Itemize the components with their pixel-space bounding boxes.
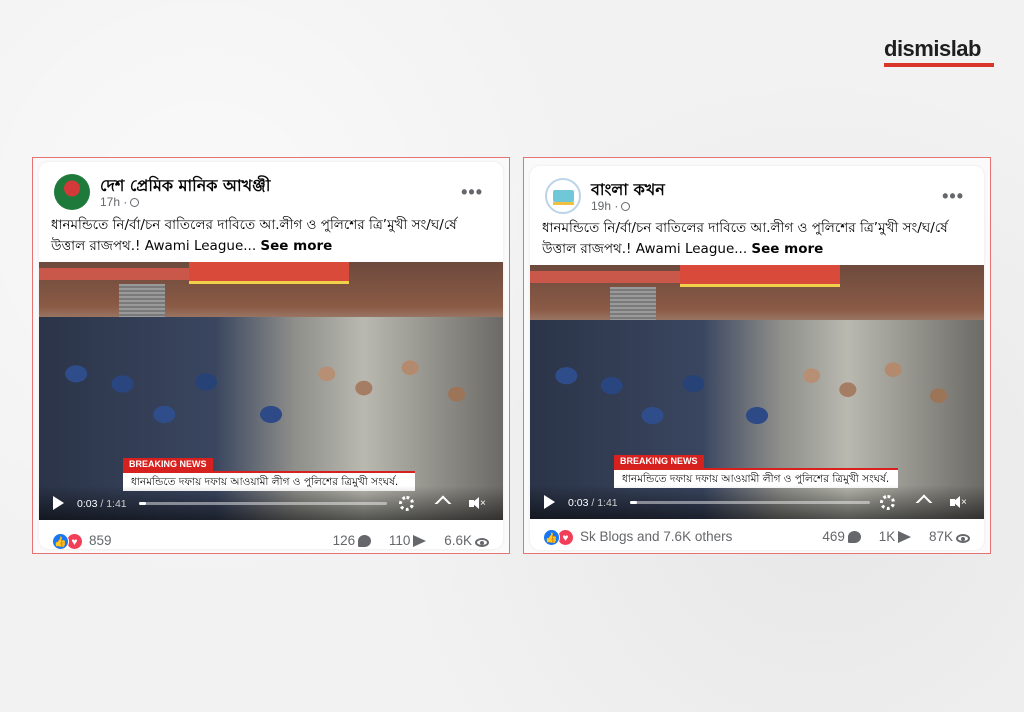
video-player[interactable]: BREAKING NEWS ধানমন্ডিতে দফায় দফায় আওয… bbox=[530, 265, 984, 519]
volume-muted-icon[interactable]: × bbox=[469, 497, 486, 510]
comments-stat[interactable]: 126 bbox=[333, 533, 372, 548]
share-count: 110 bbox=[388, 533, 411, 548]
post-card-1: দেশ প্রেমিক মানিক আখঞ্জী 17h · ••• ধানমন… bbox=[39, 162, 503, 549]
see-more-link[interactable]: See more bbox=[260, 238, 332, 254]
post-header: দেশ প্রেমিক মানিক আখঞ্জী 17h · ••• bbox=[39, 162, 503, 214]
eye-icon bbox=[475, 538, 489, 547]
total-time: / 1:41 bbox=[100, 498, 127, 510]
post-time[interactable]: 19h · bbox=[591, 199, 631, 213]
play-icon[interactable] bbox=[53, 496, 64, 510]
reaction-count[interactable]: 859 bbox=[89, 533, 112, 548]
see-more-link[interactable]: See more bbox=[751, 241, 823, 257]
video-time: 0:03 / 1:41 bbox=[568, 497, 618, 509]
post-frame-1: দেশ প্রেমিক মানিক আখঞ্জী 17h · ••• ধানমন… bbox=[32, 157, 510, 554]
post-body: ধানমন্ডিতে নি/র্বা/চন বাতিলের দাবিতে আ.ল… bbox=[51, 217, 457, 254]
globe-icon bbox=[621, 202, 631, 211]
share-count: 1K bbox=[878, 529, 896, 544]
progress-bar[interactable] bbox=[139, 502, 387, 505]
view-count: 87K bbox=[928, 529, 953, 544]
post-time[interactable]: 17h · bbox=[100, 195, 140, 209]
post-card-2: বাংলা কখন 19h · ••• ধানমন্ডিতে নি/র্বা/চ… bbox=[530, 166, 984, 550]
share-icon bbox=[413, 535, 427, 547]
post-stats: 126 110 6.6K bbox=[333, 533, 489, 548]
more-options-icon[interactable]: ••• bbox=[942, 186, 964, 207]
settings-gear-icon[interactable] bbox=[399, 496, 414, 511]
comments-stat[interactable]: 469 bbox=[822, 529, 861, 544]
video-controls: 0:03 / 1:41 × bbox=[530, 485, 984, 519]
breaking-news-label: BREAKING NEWS bbox=[123, 458, 213, 471]
progress-bar[interactable] bbox=[630, 501, 870, 504]
post-stats: 469 1K 87K bbox=[822, 529, 970, 544]
progress-fill bbox=[630, 501, 638, 504]
comment-icon bbox=[358, 535, 372, 547]
avatar[interactable] bbox=[54, 174, 90, 210]
post-frame-2: বাংলা কখন 19h · ••• ধানমন্ডিতে নি/র্বা/চ… bbox=[523, 157, 991, 554]
video-frame-banner bbox=[39, 268, 189, 280]
dismislab-logo: dismislab bbox=[884, 36, 981, 61]
video-frame-banner bbox=[530, 271, 680, 283]
video-controls: 0:03 / 1:41 × bbox=[39, 486, 503, 520]
settings-gear-icon[interactable] bbox=[880, 495, 895, 510]
volume-muted-icon[interactable]: × bbox=[950, 496, 967, 509]
like-reaction-icon[interactable]: 👍 bbox=[52, 533, 69, 549]
current-time: 0:03 bbox=[77, 498, 98, 510]
video-frame-banner bbox=[189, 262, 349, 284]
total-time: / 1:41 bbox=[591, 497, 618, 509]
reaction-count[interactable]: Sk Blogs and 7.6K others bbox=[580, 529, 732, 544]
fullscreen-icon[interactable] bbox=[434, 495, 452, 513]
shares-stat[interactable]: 1K bbox=[879, 529, 912, 544]
view-count: 6.6K bbox=[444, 533, 472, 548]
post-footer: 👍 ♥ 859 126 110 6.6K bbox=[39, 526, 503, 549]
comment-count: 469 bbox=[822, 529, 845, 544]
avatar-graphic bbox=[553, 190, 574, 202]
play-icon[interactable] bbox=[544, 495, 555, 509]
like-reaction-icon[interactable]: 👍 bbox=[543, 529, 560, 546]
breaking-news-label: BREAKING NEWS bbox=[614, 455, 704, 468]
post-body: ধানমন্ডিতে নি/র্বা/চন বাতিলের দাবিতে আ.ল… bbox=[542, 220, 948, 257]
avatar-graphic bbox=[553, 202, 574, 205]
globe-icon bbox=[130, 198, 140, 207]
views-stat: 6.6K bbox=[444, 533, 489, 548]
post-header: বাংলা কখন 19h · ••• bbox=[530, 166, 984, 218]
time-text: 17h · bbox=[100, 195, 128, 209]
video-frame-banner bbox=[680, 265, 840, 287]
views-stat: 87K bbox=[929, 529, 970, 544]
current-time: 0:03 bbox=[568, 497, 589, 509]
video-player[interactable]: BREAKING NEWS ধানমন্ডিতে দফায় দফায় আওয… bbox=[39, 262, 503, 520]
video-time: 0:03 / 1:41 bbox=[77, 498, 127, 510]
fullscreen-icon[interactable] bbox=[915, 494, 933, 512]
comment-icon bbox=[847, 531, 861, 543]
comment-count: 126 bbox=[332, 533, 356, 548]
logo-underline bbox=[884, 63, 994, 67]
share-icon bbox=[898, 531, 912, 543]
post-text: ধানমন্ডিতে নি/র্বা/চন বাতিলের দাবিতে আ.ল… bbox=[542, 218, 970, 260]
post-text: ধানমন্ডিতে নি/র্বা/চন বাতিলের দাবিতে আ.ল… bbox=[51, 215, 489, 257]
time-text: 19h · bbox=[591, 199, 619, 213]
avatar[interactable] bbox=[545, 178, 581, 214]
eye-icon bbox=[956, 534, 970, 543]
shares-stat[interactable]: 110 bbox=[389, 533, 427, 548]
progress-fill bbox=[139, 502, 147, 505]
more-options-icon[interactable]: ••• bbox=[461, 182, 483, 203]
post-footer: 👍 ♥ Sk Blogs and 7.6K others 469 1K 87K bbox=[530, 522, 984, 550]
